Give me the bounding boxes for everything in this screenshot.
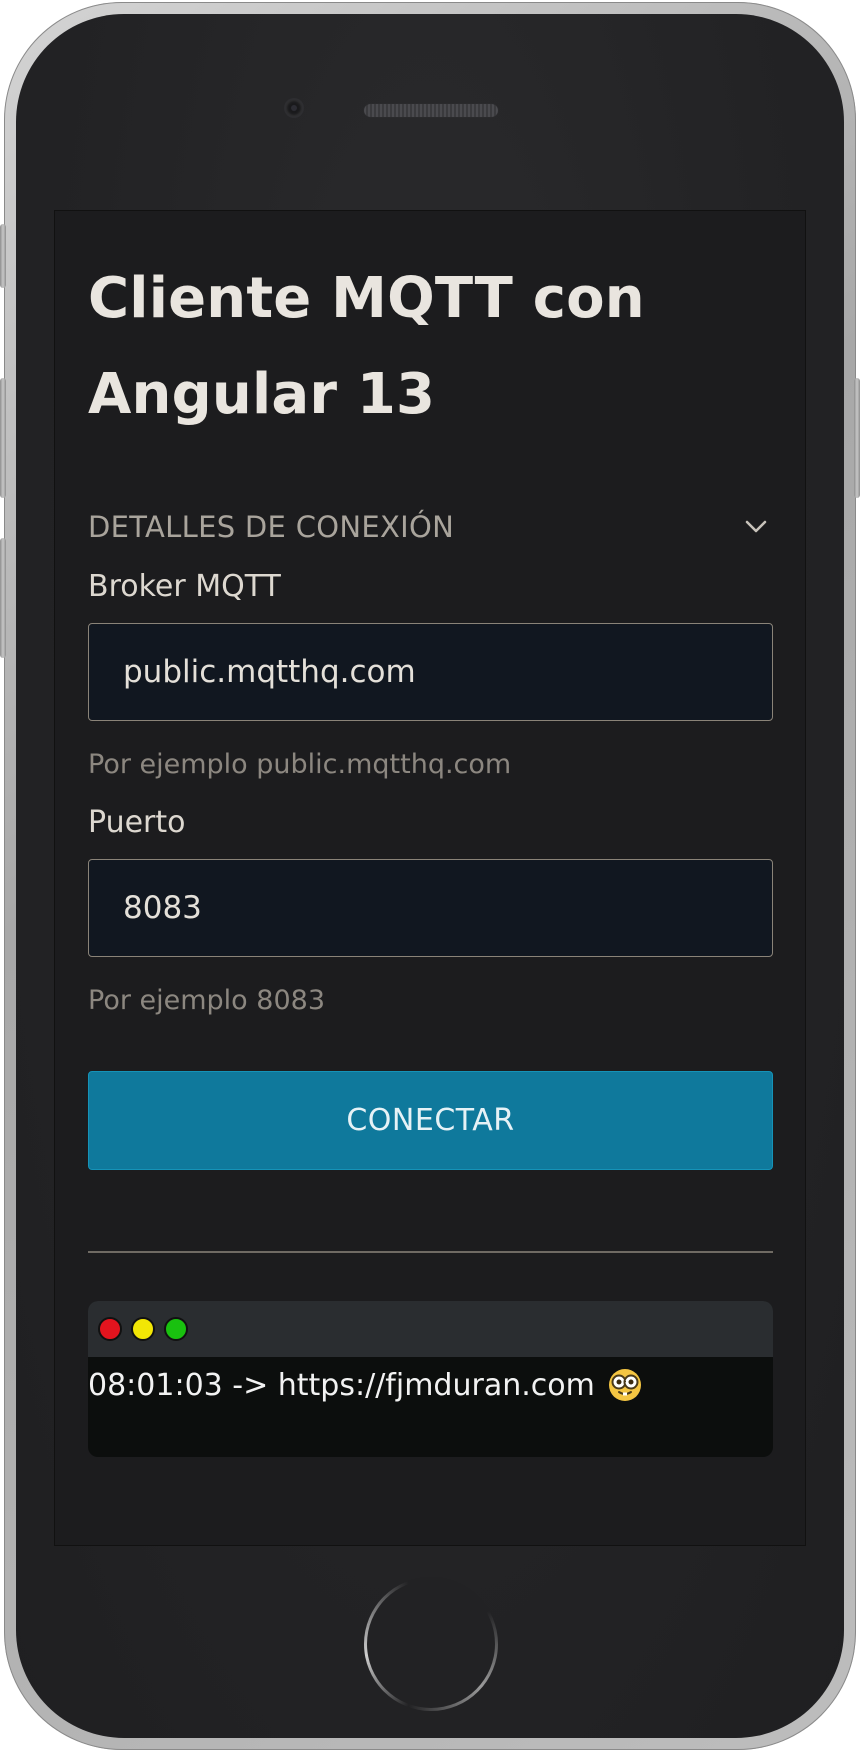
terminal-minimize-dot (131, 1317, 155, 1341)
terminal-title-bar (88, 1301, 773, 1357)
app-content: Cliente MQTT con Angular 13 DETALLES DE … (88, 251, 773, 1457)
log-line-text: 08:01:03 -> https://fjmduran.com (88, 1367, 595, 1403)
volume-down-button (0, 538, 6, 658)
app-screen: Cliente MQTT con Angular 13 DETALLES DE … (54, 210, 806, 1546)
connection-details-header[interactable]: DETALLES DE CONEXIÓN (88, 505, 773, 549)
broker-field-label: Broker MQTT (88, 569, 281, 604)
page-title: Cliente MQTT con Angular 13 (88, 266, 645, 427)
port-field-label: Puerto (88, 805, 186, 840)
broker-field-hint: Por ejemplo public.mqtthq.com (88, 749, 512, 780)
terminal-maximize-dot (164, 1317, 188, 1341)
speaker-grille (364, 104, 498, 117)
power-button (854, 378, 860, 498)
terminal-close-dot (98, 1317, 122, 1341)
chevron-down-icon[interactable] (739, 510, 773, 544)
terminal-log-line: 08:01:03 -> https://fjmduran.com (88, 1367, 643, 1403)
broker-input[interactable] (88, 623, 773, 721)
nerd-face-emoji-icon (607, 1367, 643, 1403)
port-field-hint: Por ejemplo 8083 (88, 985, 326, 1016)
volume-up-button (0, 378, 6, 498)
connection-details-title: DETALLES DE CONEXIÓN (88, 510, 455, 544)
connect-button[interactable]: CONECTAR (88, 1071, 773, 1170)
log-terminal: 08:01:03 -> https://fjmduran.com (88, 1301, 773, 1457)
home-button[interactable] (364, 1577, 498, 1711)
port-input[interactable] (88, 859, 773, 957)
section-divider (88, 1251, 773, 1253)
mute-switch (0, 224, 6, 288)
front-camera-icon (286, 100, 302, 116)
